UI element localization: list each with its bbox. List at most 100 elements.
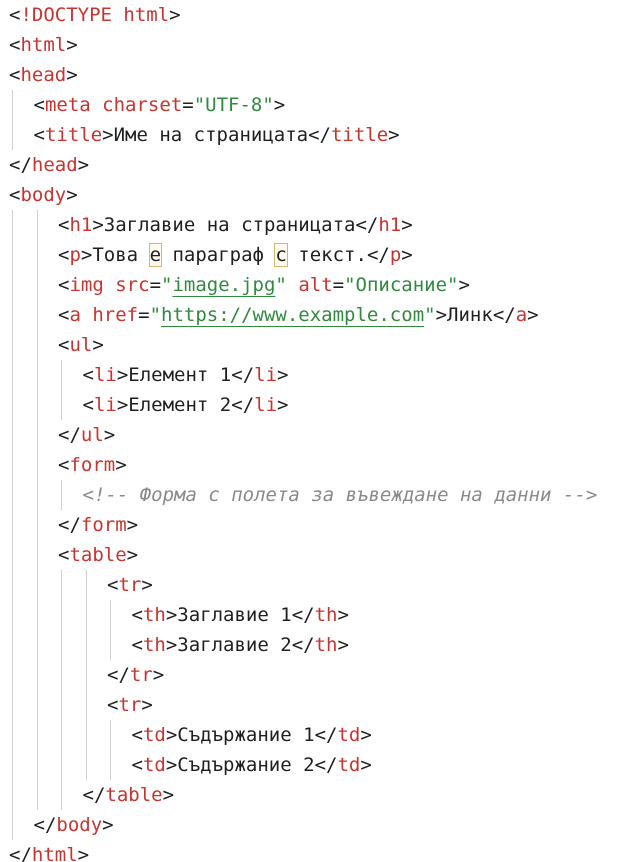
code-line: </head> — [9, 150, 89, 180]
code-token-tag: head — [20, 64, 67, 86]
code-token-str: " — [424, 304, 436, 326]
code-line: <th>Заглавие 1</th> — [132, 600, 349, 630]
code-token-attr: href — [92, 304, 139, 326]
code-token-punct: < — [33, 124, 45, 146]
code-token-tag: ul — [80, 424, 104, 446]
indent-guide — [110, 600, 111, 660]
code-token-text: Съдържание 2 — [177, 754, 315, 776]
code-token-punct: > — [273, 94, 286, 116]
code-line: <img src="image.jpg" alt="Описание"> — [58, 270, 470, 300]
code-token-punct: < — [9, 184, 21, 206]
code-token-punct: > — [103, 424, 116, 446]
code-token-punct: </ — [9, 154, 32, 176]
code-token-punct: < — [33, 94, 45, 116]
code-token-attr: charset — [102, 94, 183, 116]
code-token-punct: = — [149, 274, 162, 296]
code-token-tag: title — [44, 124, 103, 146]
code-token-punct: < — [58, 334, 70, 356]
code-token-tag: li — [93, 364, 117, 386]
code-token-text: Съдържание 1 — [177, 724, 315, 746]
code-token-punct: < — [82, 394, 94, 416]
code-token-punct: > — [77, 844, 90, 862]
code-token-punct: > — [141, 574, 153, 596]
code-token-punct: </ — [33, 814, 57, 836]
code-token-punct: < — [107, 574, 119, 596]
code-token-hl: с — [274, 243, 288, 267]
code-token-punct: = — [182, 94, 194, 116]
code-token-punct: > — [435, 304, 448, 326]
code-token-tag: table — [105, 784, 163, 806]
code-token-tag: head — [31, 154, 78, 176]
code-token-punct: < — [131, 604, 143, 626]
code-editor[interactable]: <!DOCTYPE html> <html> <head> <meta charset… — [0, 0, 643, 862]
code-token-punct: < — [82, 364, 94, 386]
code-token-punct: < — [58, 544, 70, 566]
code-line: <title>Име на страницата</title> — [34, 120, 400, 150]
code-token-text: Заглавие 2 — [177, 634, 292, 656]
code-token-punct: > — [115, 454, 127, 476]
code-token-punct: > — [66, 184, 78, 206]
code-token-text: Това — [92, 244, 150, 266]
code-line: <head> — [9, 60, 78, 90]
code-token-punct: > — [337, 604, 349, 626]
code-token-punct: < — [58, 214, 70, 236]
code-token-punct: > — [360, 754, 372, 776]
code-token-punct: > — [92, 334, 104, 356]
code-token-tag: html — [20, 34, 67, 56]
code-line: <li>Елемент 2</li> — [83, 390, 289, 420]
code-token-tag: li — [93, 394, 117, 416]
code-token-punct: </ — [231, 364, 255, 386]
code-line: <html> — [9, 30, 78, 60]
code-token-punct: > — [277, 364, 289, 386]
code-token-tag: p — [389, 244, 402, 266]
code-token-punct: < — [131, 724, 143, 746]
code-token-punct: = — [332, 274, 345, 296]
code-token-text: текст. — [286, 244, 367, 266]
code-token-tag: h1 — [69, 214, 93, 236]
code-token-tag: td — [142, 724, 166, 746]
code-line: <!-- Форма с полета за въвеждане на данн… — [83, 480, 598, 510]
code-token-tag: form — [80, 514, 127, 536]
code-token-tag: !DOCTYPE html — [20, 4, 170, 26]
code-token-text: параграф — [161, 244, 276, 266]
indent-guide — [36, 210, 38, 810]
code-token-link: https://www.example.com — [161, 304, 425, 326]
code-token-punct: </ — [366, 244, 390, 266]
code-token-punct: > — [165, 754, 178, 776]
indent-guide — [61, 570, 62, 810]
code-line: </html> — [9, 840, 89, 862]
code-line: <li>Елемент 1</li> — [83, 360, 289, 390]
code-token-punct: > — [77, 154, 90, 176]
code-token-tag: html — [31, 844, 78, 862]
code-line: <tr> — [107, 570, 153, 600]
code-token-punct: > — [126, 544, 139, 566]
code-token-tag: body — [20, 184, 67, 206]
code-token-punct: > — [165, 634, 178, 656]
code-token-punct: > — [165, 724, 178, 746]
code-token-tag: body — [56, 814, 103, 836]
code-token-punct: > — [388, 124, 400, 146]
code-token-punct: > — [80, 244, 93, 266]
code-token-tag: li — [254, 394, 278, 416]
code-token-text: Линк — [447, 304, 493, 326]
code-line: <form> — [58, 450, 127, 480]
code-token-str: "Описание" — [344, 274, 459, 296]
code-token-punct: > — [169, 4, 181, 26]
code-token-tag: meta — [44, 94, 91, 116]
code-token-punct: > — [102, 124, 114, 146]
code-token-attr: src — [115, 274, 150, 296]
code-token-punct: </ — [314, 724, 338, 746]
code-token-punct: < — [58, 304, 70, 326]
code-token-punct: > — [401, 244, 413, 266]
indent-guide — [85, 570, 87, 780]
code-token-tag: h1 — [378, 214, 402, 236]
code-token-tag: th — [314, 634, 338, 656]
code-token-punct: > — [527, 304, 539, 326]
code-token-text: Елемент 1 — [128, 364, 232, 386]
code-token-tag: td — [337, 724, 361, 746]
code-token-attr: alt — [298, 274, 333, 296]
code-token-text: Заглавие 1 — [177, 604, 292, 626]
code-token-tag: td — [337, 754, 361, 776]
